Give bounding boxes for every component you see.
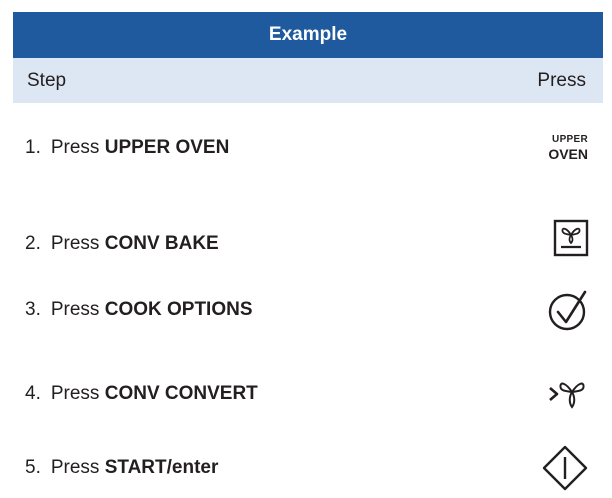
- step-number: 1.: [25, 137, 41, 158]
- upper-oven-icon: UPPER OVEN: [548, 134, 588, 162]
- step-row-4: 4. Press CONV CONVERT: [13, 364, 603, 424]
- step-row-3: 3. Press COOK OPTIONS: [13, 280, 603, 340]
- step-text: 3. Press COOK OPTIONS: [25, 299, 253, 321]
- check-circle-icon: [547, 288, 591, 332]
- step-number: 4.: [25, 383, 41, 404]
- upper-oven-icon-line2: OVEN: [548, 146, 588, 162]
- start-enter-icon: [541, 444, 589, 492]
- step-verb: Press: [50, 299, 100, 320]
- step-number: 5.: [25, 457, 41, 478]
- step-row-1: 1. Press UPPER OVEN UPPER OVEN: [13, 118, 603, 178]
- table-title: Example: [13, 12, 603, 58]
- step-row-2: 2. Press CONV BAKE: [13, 208, 603, 268]
- step-text: 5. Press START/enter: [25, 457, 218, 479]
- step-key-name: CONV CONVERT: [104, 383, 258, 404]
- step-text: 4. Press CONV CONVERT: [25, 383, 258, 405]
- column-header-step: Step: [27, 69, 67, 91]
- step-key-name: START/enter: [104, 457, 219, 478]
- step-text: 2. Press CONV BAKE: [25, 233, 219, 255]
- step-verb: Press: [50, 233, 100, 254]
- step-text: 1. Press UPPER OVEN: [25, 137, 229, 159]
- step-key-name: COOK OPTIONS: [104, 299, 253, 320]
- step-verb: Press: [50, 383, 100, 404]
- conv-convert-icon: [547, 378, 587, 410]
- step-verb: Press: [50, 457, 100, 478]
- column-header-press: Press: [537, 69, 586, 91]
- step-number: 3.: [25, 299, 41, 320]
- step-row-5: 5. Press START/enter: [13, 438, 603, 498]
- example-table: Example Step Press 1. Press UPPER OVEN UP…: [13, 12, 603, 491]
- step-verb: Press: [50, 137, 100, 158]
- conv-bake-icon: [553, 219, 589, 257]
- upper-oven-icon-line1: UPPER: [552, 134, 588, 145]
- step-key-name: CONV BAKE: [104, 233, 219, 254]
- step-key-name: UPPER OVEN: [104, 137, 230, 158]
- step-number: 2.: [25, 233, 41, 254]
- table-header-row: Step Press: [13, 58, 603, 103]
- table-title-text: Example: [268, 24, 348, 45]
